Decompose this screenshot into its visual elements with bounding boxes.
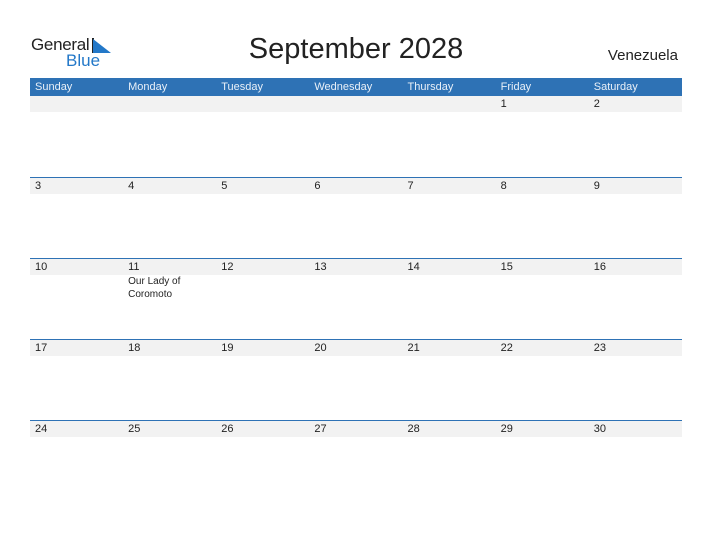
week-row: 12	[30, 96, 682, 177]
day-cell: 17	[30, 340, 124, 420]
day-cell	[402, 96, 496, 177]
weekday-monday: Monday	[128, 81, 168, 93]
weeks-container: 1 2 3 4 5 6 7 8 9 10 11 Our Lady of Coromoto 12 13 14 1…	[30, 96, 682, 501]
day-number: 11	[123, 259, 217, 275]
calendar-title: September 2028	[248, 33, 464, 65]
day-cell: 21	[402, 340, 496, 420]
day-number: 16	[588, 259, 682, 275]
day-cell: 19	[216, 340, 310, 420]
day-number: 29	[495, 421, 589, 437]
day-number: 27	[309, 421, 403, 437]
day-cell: 28	[402, 421, 496, 501]
holiday-label: Our Lady of Coromoto	[128, 276, 181, 300]
day-cell: 6	[309, 178, 403, 258]
weekday-thursday: Thursday	[407, 81, 454, 93]
day-cell: 16	[588, 259, 682, 339]
day-number: 2	[588, 96, 682, 112]
day-cell: 3	[30, 178, 124, 258]
day-number	[216, 96, 310, 112]
day-number: 25	[123, 421, 217, 437]
day-number: 7	[402, 178, 496, 194]
day-cell: 29	[495, 421, 589, 501]
day-number: 20	[309, 340, 403, 356]
weekday-sunday: Sunday	[35, 81, 73, 93]
country-label: Venezuela	[607, 47, 678, 64]
day-number: 21	[402, 340, 496, 356]
day-cell: 23	[588, 340, 682, 420]
day-number: 13	[309, 259, 403, 275]
day-number: 8	[495, 178, 589, 194]
day-number: 18	[123, 340, 217, 356]
day-number: 10	[30, 259, 124, 275]
day-number: 9	[588, 178, 682, 194]
week-row: 24 25 26 27 28 29 30	[30, 420, 682, 501]
day-number	[123, 96, 217, 112]
day-number: 12	[216, 259, 310, 275]
day-cell	[30, 96, 124, 177]
day-cell: 10	[30, 259, 124, 339]
weekday-header: Sunday Monday Tuesday Wednesday Thursday…	[30, 78, 682, 96]
day-cell: 22	[495, 340, 589, 420]
day-cell: 14	[402, 259, 496, 339]
day-cell: 26	[216, 421, 310, 501]
weekday-wednesday: Wednesday	[314, 81, 373, 93]
day-cell: 5	[216, 178, 310, 258]
day-number: 24	[30, 421, 124, 437]
day-cell: 18	[123, 340, 217, 420]
day-cell	[216, 96, 310, 177]
weekday-saturday: Saturday	[593, 81, 638, 93]
day-number: 4	[123, 178, 217, 194]
day-number: 6	[309, 178, 403, 194]
weekday-friday: Friday	[500, 81, 532, 93]
day-number: 1	[495, 96, 589, 112]
day-number: 28	[402, 421, 496, 437]
day-cell: 1	[495, 96, 589, 177]
day-cell: 13	[309, 259, 403, 339]
day-cell	[309, 96, 403, 177]
calendar-grid: Sunday Monday Tuesday Wednesday Thursday…	[30, 78, 682, 501]
week-row: 17 18 19 20 21 22 23	[30, 339, 682, 420]
day-cell: 12	[216, 259, 310, 339]
day-number	[402, 96, 496, 112]
day-cell	[123, 96, 217, 177]
day-number: 15	[495, 259, 589, 275]
day-number: 30	[588, 421, 682, 437]
day-cell: 27	[309, 421, 403, 501]
day-cell: 7	[402, 178, 496, 258]
day-number: 22	[495, 340, 589, 356]
day-number: 19	[216, 340, 310, 356]
day-cell: 30	[588, 421, 682, 501]
weekday-tuesday: Tuesday	[221, 81, 264, 93]
day-number: 17	[30, 340, 124, 356]
day-cell: 11 Our Lady of Coromoto	[123, 259, 217, 339]
day-number: 3	[30, 178, 124, 194]
day-number: 5	[216, 178, 310, 194]
day-number	[309, 96, 403, 112]
week-row: 3456789	[30, 177, 682, 258]
day-cell: 9	[588, 178, 682, 258]
day-cell: 4	[123, 178, 217, 258]
week-row: 10 11 Our Lady of Coromoto 12 13 14 15 16	[30, 258, 682, 339]
day-number: 14	[402, 259, 496, 275]
day-cell: 20	[309, 340, 403, 420]
day-number	[30, 96, 124, 112]
day-cell: 2	[588, 96, 682, 177]
day-cell: 24	[30, 421, 124, 501]
day-cell: 15	[495, 259, 589, 339]
day-number: 23	[588, 340, 682, 356]
day-cell: 25	[123, 421, 217, 501]
day-cell: 8	[495, 178, 589, 258]
day-number: 26	[216, 421, 310, 437]
